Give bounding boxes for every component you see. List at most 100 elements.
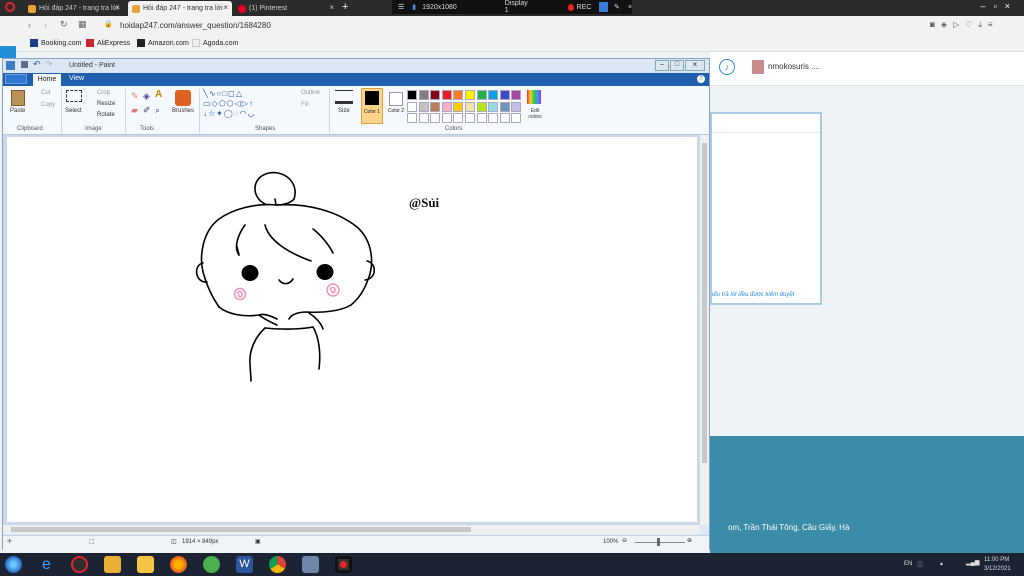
media-player-icon[interactable] — [104, 556, 121, 573]
horizontal-scrollbar[interactable] — [3, 525, 700, 534]
palette-swatch[interactable] — [476, 101, 487, 112]
help-icon[interactable]: ? — [697, 75, 705, 83]
file-explorer-icon[interactable] — [137, 556, 154, 573]
palette-swatch[interactable] — [465, 101, 475, 112]
paint-close-icon[interactable]: × — [685, 60, 705, 71]
language-indicator[interactable]: EN — [904, 561, 912, 567]
pencil-icon[interactable]: ✎ — [131, 91, 139, 102]
firefox-icon[interactable] — [170, 556, 187, 573]
copy-button[interactable]: Copy — [41, 102, 55, 108]
new-tab-icon[interactable]: + — [342, 1, 348, 13]
close-tab-icon[interactable]: × — [223, 3, 228, 12]
outline-button[interactable]: Outline — [301, 90, 320, 96]
clock-date[interactable]: 3/12/2021 — [984, 566, 1011, 572]
scroll-thumb[interactable] — [702, 143, 707, 463]
paste-icon[interactable] — [11, 90, 25, 106]
network-icon[interactable]: ▂▄▆ — [966, 559, 979, 566]
restore-icon[interactable]: ▫ — [994, 1, 1005, 11]
palette-swatch[interactable] — [441, 101, 452, 112]
text-tool-icon[interactable]: A — [155, 89, 162, 100]
edit-colors-button[interactable]: Edit colors — [524, 108, 546, 120]
opera-logo-icon[interactable] — [5, 2, 15, 12]
opera-icon[interactable] — [71, 556, 88, 573]
size-icon[interactable] — [335, 90, 353, 104]
palette-swatch[interactable] — [453, 113, 464, 124]
palette-swatch[interactable] — [407, 113, 417, 124]
paste-button[interactable]: Paste — [10, 108, 25, 114]
user-avatar[interactable] — [752, 60, 764, 74]
file-menu-button[interactable] — [5, 74, 27, 84]
tab-home[interactable]: Home — [33, 74, 61, 86]
close-tab-icon[interactable]: × — [329, 3, 334, 12]
paint-taskbar-icon[interactable] — [302, 556, 319, 573]
palette-swatch[interactable] — [499, 101, 510, 112]
browser-tab-3[interactable]: (1) Pinterest × — [234, 1, 338, 16]
undo-icon[interactable]: ↶ — [33, 59, 41, 70]
clock-time[interactable]: 11:00 PM — [984, 557, 1009, 563]
fill-bucket-icon[interactable]: ◈ — [143, 91, 150, 102]
url-field[interactable]: hoidap247.com/answer_question/1684280 — [120, 21, 271, 30]
zoom-slider-thumb[interactable] — [657, 538, 660, 546]
palette-swatch[interactable] — [511, 113, 522, 124]
palette-swatch[interactable] — [488, 90, 499, 100]
palette-swatch[interactable] — [453, 90, 464, 100]
notification-bell-icon[interactable]: ♪ — [719, 59, 735, 75]
recorder-taskbar-icon[interactable] — [335, 556, 352, 573]
browser-tab-1[interactable]: Hỏi đáp 247 - trang tra lời × — [24, 1, 124, 16]
help-tray-icon[interactable]: ⓘ — [917, 560, 923, 569]
select-icon[interactable] — [66, 90, 82, 102]
close-window-icon[interactable]: × — [1005, 1, 1018, 11]
palette-swatch[interactable] — [441, 113, 452, 124]
vertical-scrollbar[interactable] — [700, 135, 709, 525]
rec-label[interactable]: REC — [577, 4, 592, 11]
size-button[interactable]: Size — [338, 108, 350, 114]
paint-maximize-icon[interactable]: □ — [670, 60, 684, 71]
bookmark-amazon[interactable]: Amazon.com — [137, 39, 189, 47]
menu-icon[interactable]: ≡ — [988, 20, 999, 29]
close-tab-icon[interactable]: × — [115, 3, 120, 12]
minimize-icon[interactable]: – — [981, 1, 994, 11]
word-icon[interactable]: W — [236, 556, 253, 573]
rotate-button[interactable]: Rotate — [97, 112, 115, 118]
palette-swatch[interactable] — [511, 101, 522, 112]
reload-icon[interactable]: ↻ — [60, 19, 68, 30]
pen-icon[interactable]: ✎ — [614, 3, 620, 11]
tab-view[interactable]: View — [69, 75, 84, 82]
crop-button[interactable]: Crop — [97, 90, 110, 96]
brushes-button[interactable]: Brushes — [172, 108, 194, 114]
play-icon[interactable]: ▷ — [953, 20, 965, 29]
chrome-icon[interactable] — [269, 556, 286, 573]
magnifier-icon[interactable]: ⌕ — [155, 105, 160, 116]
coccoc-icon[interactable] — [203, 556, 220, 573]
paint-minimize-icon[interactable]: – — [655, 60, 669, 71]
palette-swatch[interactable] — [488, 101, 499, 112]
palette-swatch[interactable] — [407, 90, 417, 100]
color1-button[interactable]: Color 1 — [361, 88, 383, 124]
brushes-icon[interactable] — [175, 90, 191, 106]
windows-start-icon[interactable] — [5, 556, 22, 573]
zoom-slider[interactable] — [635, 542, 685, 543]
palette-swatch[interactable] — [465, 90, 475, 100]
palette-swatch[interactable] — [430, 90, 441, 100]
palette-swatch[interactable] — [441, 90, 452, 100]
bookmark-booking[interactable]: Booking.com — [30, 39, 81, 47]
eraser-icon[interactable]: ▰ — [131, 105, 138, 116]
palette-swatch[interactable] — [488, 113, 499, 124]
show-hidden-icons[interactable]: ▴ — [940, 560, 943, 567]
save-icon[interactable] — [21, 61, 28, 68]
palette-swatch[interactable] — [418, 101, 429, 112]
resize-button[interactable]: Resize — [97, 101, 115, 107]
drawing-canvas[interactable]: @Sủi — [7, 137, 697, 522]
bookmark-agoda[interactable]: Agoda.com — [192, 39, 238, 47]
download-icon[interactable]: ⤓ — [978, 20, 988, 29]
palette-swatch[interactable] — [418, 90, 429, 100]
zoom-out-icon[interactable]: ⊖ — [622, 537, 627, 544]
palette-swatch[interactable] — [476, 113, 487, 124]
shapes-gallery[interactable]: ╲∿○□◻△ ▭◇⬠⬡◁▷↑ ↓☆✦◯◌◠◡ — [203, 89, 283, 122]
heart-icon[interactable]: ♡ — [965, 20, 978, 29]
palette-swatch[interactable] — [430, 113, 441, 124]
bookmark-aliexpress[interactable]: AliExpress — [86, 39, 130, 47]
username[interactable]: nmokosuris .... — [768, 62, 820, 71]
scroll-thumb[interactable] — [11, 527, 471, 532]
color2-button[interactable]: Color 2 — [385, 88, 407, 124]
